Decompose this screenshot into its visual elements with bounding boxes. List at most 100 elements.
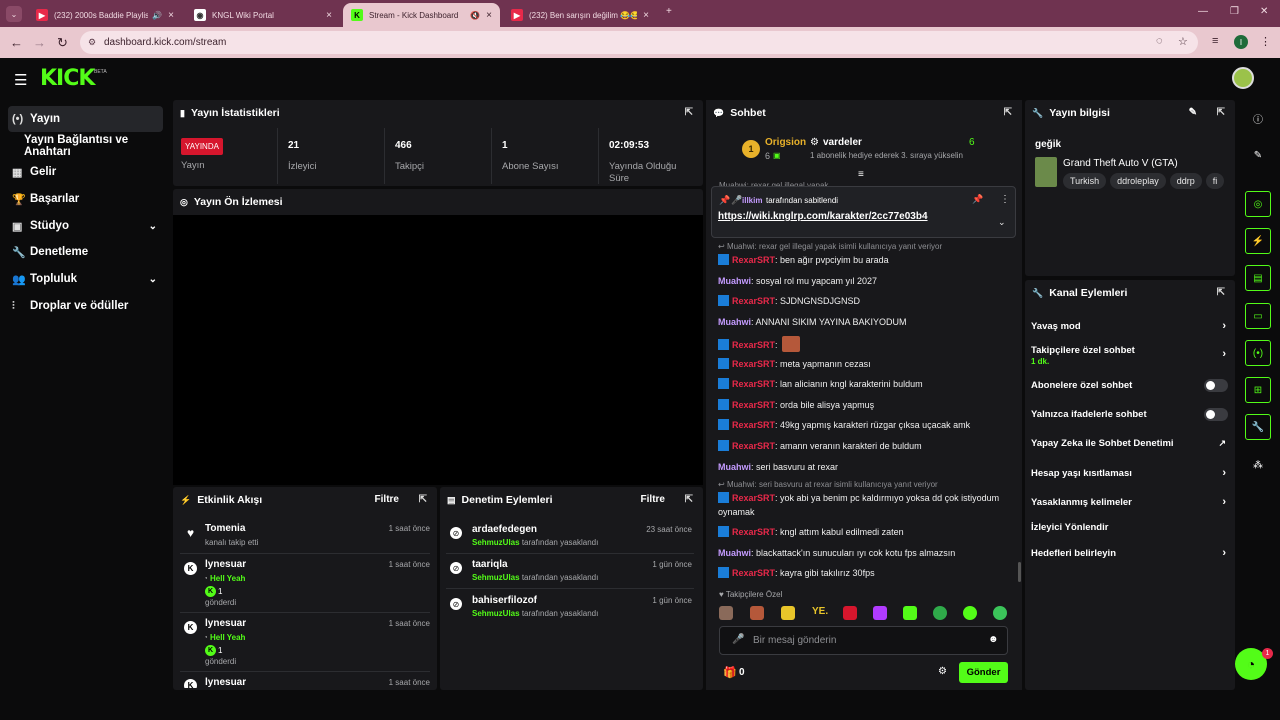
sidebar-item-yayin[interactable]: (•) Yayın bbox=[8, 106, 163, 132]
event-user[interactable]: lynesuar bbox=[205, 559, 246, 570]
new-tab-button[interactable]: + bbox=[666, 6, 672, 17]
chat-username[interactable]: RexarSRT bbox=[732, 255, 775, 265]
lightning-icon[interactable]: ⚡ bbox=[1245, 228, 1271, 254]
info-icon[interactable]: ⓘ bbox=[1245, 105, 1271, 131]
event-user[interactable]: lynesuar bbox=[205, 677, 246, 688]
emote-button[interactable] bbox=[873, 606, 887, 620]
sidebar-item-denetleme[interactable]: 🔧 Denetleme bbox=[8, 239, 163, 265]
category-name[interactable]: Grand Theft Auto V (GTA) bbox=[1063, 158, 1178, 169]
sidebar-item-stream-key[interactable]: Yayın Bağlantısı ve Anahtarı bbox=[8, 133, 170, 159]
url-field[interactable]: ⚙ dashboard.kick.com/stream bbox=[80, 31, 1198, 54]
emote-button[interactable] bbox=[933, 606, 947, 620]
chat-username[interactable]: Muahwi bbox=[718, 317, 751, 327]
chat-scrollbar[interactable] bbox=[1018, 562, 1021, 582]
wrench-icon[interactable]: 🔧 bbox=[1245, 414, 1271, 440]
chat-username[interactable]: RexarSRT bbox=[732, 400, 775, 410]
edit-pencil-icon[interactable]: ✎ bbox=[1245, 142, 1271, 168]
kick-logo[interactable]: KICK bbox=[40, 66, 95, 91]
action-banned-words[interactable]: Yasaklanmış kelimeler › bbox=[1031, 496, 1228, 508]
popout-icon[interactable]: ⇱ bbox=[1217, 107, 1225, 118]
site-info-icon[interactable]: ⚙ bbox=[88, 37, 96, 48]
more-options-icon[interactable]: ⋮ bbox=[1000, 194, 1010, 205]
sidebar-item-topluluk[interactable]: 👥 Topluluk ⌄ bbox=[8, 266, 163, 292]
filter-button[interactable]: Filtre bbox=[375, 494, 399, 505]
action-followers-only[interactable]: Takipçilere özel sohbet 1 dk. › bbox=[1031, 345, 1228, 367]
action-account-age[interactable]: Hesap yaşı kısıtlaması › bbox=[1031, 467, 1228, 479]
chat-username[interactable]: Muahwi bbox=[718, 462, 751, 472]
banned-user[interactable]: taariqla bbox=[472, 559, 508, 570]
event-user[interactable]: Tomenia bbox=[205, 523, 245, 534]
tag[interactable]: ddrp bbox=[1169, 173, 1202, 189]
chat-username[interactable]: RexarSRT bbox=[732, 493, 775, 503]
close-tab-icon[interactable]: × bbox=[168, 10, 174, 21]
chat-bubble-icon[interactable]: ▭ bbox=[1245, 303, 1271, 329]
gift-event-user[interactable]: vardeler bbox=[823, 137, 862, 148]
edit-pencil-icon[interactable]: ✎ bbox=[1189, 107, 1197, 118]
maximize-icon[interactable]: ❐ bbox=[1230, 6, 1239, 17]
banned-user[interactable]: bahiserfilozof bbox=[472, 595, 537, 606]
chat-username[interactable]: Muahwi bbox=[718, 548, 751, 558]
popout-icon[interactable]: ⇱ bbox=[1217, 287, 1225, 298]
forward-arrow-icon[interactable]: → bbox=[33, 35, 46, 50]
filter-button[interactable]: Filtre bbox=[641, 494, 665, 505]
emote-button[interactable] bbox=[843, 606, 857, 620]
action-raid[interactable]: İzleyici Yönlendir bbox=[1031, 522, 1228, 533]
action-emotes-only[interactable]: Yalnızca ifadelerle sohbet bbox=[1031, 408, 1228, 421]
more-widgets-icon[interactable]: ⁂ bbox=[1245, 452, 1271, 478]
user-avatar[interactable] bbox=[1232, 67, 1254, 89]
layout-icon[interactable]: ⊞ bbox=[1245, 377, 1271, 403]
bookmark-star-icon[interactable]: ☆ bbox=[1178, 35, 1188, 48]
popout-icon[interactable]: ⇱ bbox=[1004, 107, 1012, 118]
emote-button[interactable] bbox=[963, 606, 977, 620]
emote-button[interactable] bbox=[993, 606, 1007, 620]
browser-tab[interactable]: ◉ KNGL Wiki Portal × bbox=[186, 3, 340, 27]
browser-profile-avatar[interactable]: I bbox=[1234, 35, 1248, 49]
chat-username[interactable]: RexarSRT bbox=[732, 420, 775, 430]
gift-leader-name[interactable]: Origsion bbox=[765, 137, 806, 148]
chat-username[interactable]: RexarSRT bbox=[732, 527, 775, 537]
chat-username[interactable]: RexarSRT bbox=[732, 359, 775, 369]
emoji-icon[interactable]: ☻ bbox=[988, 634, 999, 645]
back-arrow-icon[interactable]: ← bbox=[10, 35, 23, 50]
minimize-icon[interactable]: — bbox=[1198, 6, 1208, 17]
action-ai-moderation[interactable]: Yapay Zeka ile Sohbet Denetimi ↗ bbox=[1031, 438, 1228, 449]
tab-search-button[interactable]: ⌄ bbox=[6, 6, 22, 22]
sidebar-item-droplar[interactable]: ⫶ Droplar ve ödüller bbox=[8, 293, 163, 319]
browser-tab[interactable]: ▶ (232) 2000s Baddie Playlist 🔊 × bbox=[28, 3, 182, 27]
chat-input[interactable]: 🎤 Bir mesaj gönderin ☻ bbox=[719, 626, 1008, 655]
chat-username[interactable]: Muahwi bbox=[718, 276, 751, 286]
chat-username[interactable]: RexarSRT bbox=[732, 340, 775, 350]
emote-button[interactable] bbox=[750, 606, 764, 620]
sidebar-item-gelir[interactable]: ▦ Gelir bbox=[8, 159, 163, 185]
emote-button[interactable] bbox=[719, 606, 733, 620]
action-subscribers-only[interactable]: Abonelere özel sohbet bbox=[1031, 379, 1228, 392]
action-goals[interactable]: Hedefleri belirleyin › bbox=[1031, 547, 1228, 559]
popout-icon[interactable]: ⇱ bbox=[419, 494, 427, 505]
moderator-name[interactable]: SehmuzUlas bbox=[472, 538, 520, 547]
reload-icon[interactable]: ↻ bbox=[57, 35, 68, 51]
popout-icon[interactable]: ⇱ bbox=[685, 494, 693, 505]
chat-username[interactable]: RexarSRT bbox=[732, 568, 775, 578]
reading-list-icon[interactable]: ≡ bbox=[1212, 35, 1218, 47]
browser-menu-icon[interactable]: ⋮ bbox=[1260, 35, 1271, 48]
event-user[interactable]: lynesuar bbox=[205, 618, 246, 629]
browser-tab-active[interactable]: K Stream - Kick Dashboard 🔇 × bbox=[343, 3, 500, 27]
popout-icon[interactable]: ⇱ bbox=[685, 107, 693, 118]
tag[interactable]: fi bbox=[1205, 173, 1225, 189]
chat-username[interactable]: RexarSRT bbox=[732, 379, 775, 389]
sidebar-item-studyo[interactable]: ▣ Stüdyo ⌄ bbox=[8, 213, 163, 239]
action-slow-mode[interactable]: Yavaş mod › bbox=[1031, 320, 1228, 332]
sidebar-item-basarilar[interactable]: 🏆 Başarılar bbox=[8, 186, 163, 212]
chevron-down-icon[interactable]: ⌄ bbox=[998, 217, 1006, 228]
broadcast-icon[interactable]: (•) bbox=[1245, 340, 1271, 366]
video-preview[interactable] bbox=[173, 215, 703, 485]
unpin-icon[interactable]: 📌 bbox=[972, 194, 983, 205]
close-tab-icon[interactable]: × bbox=[326, 10, 332, 21]
close-window-icon[interactable]: ✕ bbox=[1260, 6, 1268, 17]
browser-tab[interactable]: ▶ (232) Ben sarışın değilim 😂😂😂 × bbox=[503, 3, 657, 27]
emote-button[interactable] bbox=[781, 606, 795, 620]
gift-box-icon[interactable]: 🎁 bbox=[723, 666, 737, 679]
eye-off-icon[interactable]: ◌ bbox=[1156, 35, 1163, 47]
banned-user[interactable]: ardaefedegen bbox=[472, 524, 537, 535]
tag[interactable]: Turkish bbox=[1063, 173, 1107, 189]
